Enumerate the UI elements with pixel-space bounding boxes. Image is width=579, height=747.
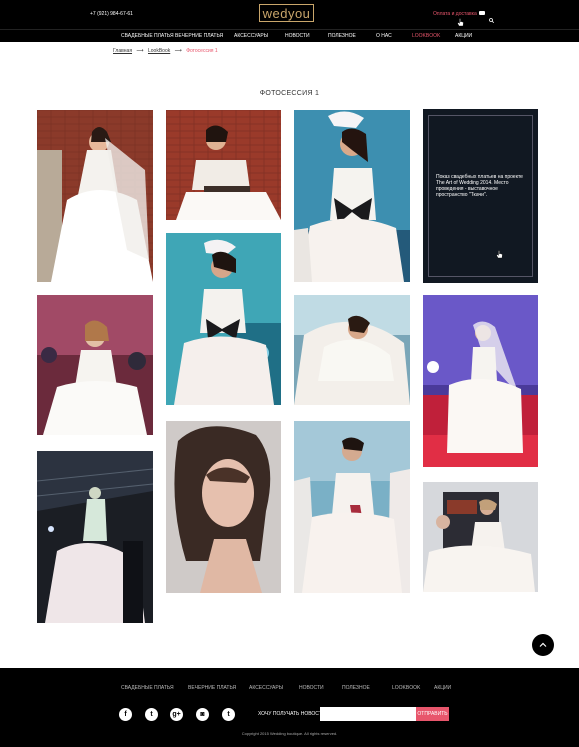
gallery-photo[interactable] bbox=[37, 110, 153, 282]
footer-nav-promotions[interactable]: АКЦИИ bbox=[434, 685, 451, 691]
copyright: Copyright 2015 Wedding boutique. All rig… bbox=[241, 731, 338, 736]
footer-nav-news[interactable]: НОВОСТИ bbox=[299, 685, 324, 691]
subscribe-button[interactable]: ОТПРАВИТЬ bbox=[416, 707, 449, 721]
facebook-icon[interactable]: f bbox=[119, 708, 132, 721]
google-plus-icon[interactable]: g+ bbox=[170, 708, 183, 721]
nav-item-promotions[interactable]: АКЦИИ bbox=[455, 33, 472, 39]
top-bar: +7 (921) 984-67-61 wedyou Оплата и доста… bbox=[0, 0, 579, 29]
nav-item-wedding-dresses[interactable]: СВАДЕБНЫЕ ПЛАТЬЯ bbox=[121, 33, 174, 39]
footer-nav-wedding-dresses[interactable]: СВАДЕБНЫЕ ПЛАТЬЯ bbox=[121, 685, 174, 691]
nav-item-evening-dresses[interactable]: ВЕЧЕРНИЕ ПЛАТЬЯ bbox=[175, 33, 223, 39]
breadcrumb-home[interactable]: Главная bbox=[113, 48, 132, 54]
arrow-right-icon: ⟶ bbox=[136, 48, 144, 54]
hand-cursor-icon bbox=[457, 14, 464, 32]
search-icon[interactable] bbox=[489, 10, 495, 24]
nav-item-news[interactable]: НОВОСТИ bbox=[285, 33, 310, 39]
gallery-photo[interactable] bbox=[294, 110, 410, 282]
footer-nav-useful[interactable]: ПОЛЕЗНОЕ bbox=[342, 685, 370, 691]
logo[interactable]: wedyou bbox=[259, 4, 314, 22]
delivery-link[interactable]: Оплата и доставка bbox=[433, 11, 477, 17]
gallery-photo[interactable] bbox=[166, 110, 281, 220]
subscribe-label: ХОЧУ ПОЛУЧАТЬ НОВОСТИ bbox=[258, 711, 326, 717]
footer: СВАДЕБНЫЕ ПЛАТЬЯ ВЕЧЕРНИЕ ПЛАТЬЯ АКСЕССУ… bbox=[0, 668, 579, 747]
info-tile-text: Показ свадебных платьев на проекте The A… bbox=[436, 174, 523, 198]
breadcrumb-lookbook[interactable]: LookBook bbox=[148, 48, 170, 54]
page-title: ФОТОСЕССИЯ 1 bbox=[259, 90, 320, 97]
gallery-photo[interactable] bbox=[294, 295, 410, 405]
breadcrumb: Главная ⟶ LookBook ⟶ Фотосессия 1 bbox=[113, 48, 221, 54]
gallery-photo[interactable] bbox=[166, 421, 281, 593]
arrow-right-icon: ⟶ bbox=[174, 48, 182, 54]
gallery-photo[interactable] bbox=[294, 421, 410, 593]
breadcrumb-current: Фотосессия 1 bbox=[186, 48, 218, 54]
gallery-photo[interactable] bbox=[37, 451, 153, 623]
footer-nav-lookbook[interactable]: LOOKBOOK bbox=[392, 685, 420, 691]
footer-nav-evening-dresses[interactable]: ВЕЧЕРНИЕ ПЛАТЬЯ bbox=[188, 685, 236, 691]
phone-number[interactable]: +7 (921) 984-67-61 bbox=[90, 11, 133, 17]
chevron-up-icon bbox=[539, 642, 547, 647]
nav-item-useful[interactable]: ПОЛЕЗНОЕ bbox=[328, 33, 356, 39]
subscribe-email-input[interactable] bbox=[320, 707, 417, 721]
nav-item-accessories[interactable]: АКСЕССУАРЫ bbox=[234, 33, 268, 39]
gallery-info-tile[interactable]: Показ свадебных платьев на проекте The A… bbox=[423, 109, 538, 283]
hand-cursor-icon bbox=[496, 246, 503, 264]
scroll-to-top-button[interactable] bbox=[532, 634, 554, 656]
chat-icon[interactable] bbox=[479, 11, 485, 15]
gallery-photo[interactable] bbox=[166, 233, 281, 405]
gallery-photo[interactable] bbox=[423, 295, 538, 467]
instagram-icon[interactable]: ◙ bbox=[196, 708, 209, 721]
main-nav: СВАДЕБНЫЕ ПЛАТЬЯ ВЕЧЕРНИЕ ПЛАТЬЯ АКСЕССУ… bbox=[0, 29, 579, 42]
nav-item-about[interactable]: О НАС bbox=[376, 33, 392, 39]
twitter-icon[interactable]: t bbox=[145, 708, 158, 721]
nav-item-lookbook[interactable]: LOOKBOOK bbox=[412, 33, 440, 39]
tumblr-icon[interactable]: t bbox=[222, 708, 235, 721]
gallery-photo[interactable] bbox=[37, 295, 153, 435]
gallery-photo[interactable] bbox=[423, 482, 538, 592]
footer-nav-accessories[interactable]: АКСЕССУАРЫ bbox=[249, 685, 283, 691]
